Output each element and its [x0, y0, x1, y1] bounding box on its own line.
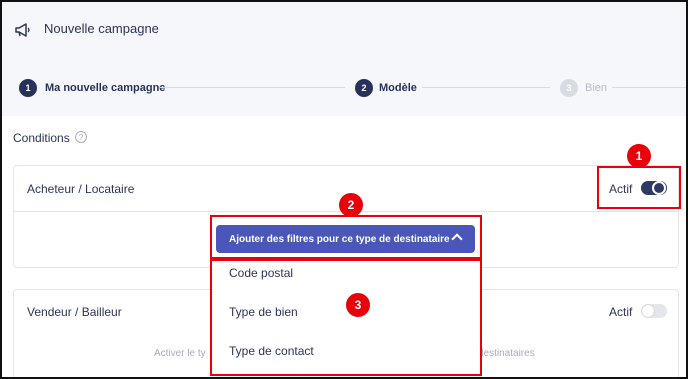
help-icon[interactable]: ? — [75, 131, 87, 143]
step-1-number[interactable]: 1 — [19, 79, 37, 97]
card-title: Vendeur / Bailleur — [27, 305, 122, 319]
step-2-number[interactable]: 2 — [355, 79, 373, 97]
dropdown-item-property-type[interactable]: Type de bien — [229, 305, 298, 319]
annotation-badge-2: 2 — [339, 193, 363, 217]
annotation-badge-3: 3 — [346, 293, 370, 317]
chevron-up-icon — [451, 233, 463, 245]
step-2-label[interactable]: Modèle — [379, 82, 417, 94]
actif-label: Actif — [609, 182, 633, 196]
conditions-title: Conditions — [13, 131, 70, 145]
annotation-badge-1: 1 — [627, 144, 651, 168]
filter-dropdown: Code postal Type de bien Type de contact — [211, 259, 480, 374]
help-glyph: ? — [78, 132, 84, 142]
page-title: Nouvelle campagne — [44, 21, 159, 36]
stepper-connector — [612, 87, 686, 88]
actif-label: Actif — [609, 305, 633, 319]
step-1-label[interactable]: Ma nouvelle campagne — [45, 82, 165, 94]
megaphone-icon — [15, 23, 30, 37]
active-toggle-buyer[interactable] — [641, 181, 667, 195]
stepper-connector — [160, 87, 345, 88]
dropdown-item-postal-code[interactable]: Code postal — [229, 266, 293, 280]
dropdown-item-contact-type[interactable]: Type de contact — [229, 344, 314, 358]
toggle-knob — [642, 305, 654, 317]
card-title: Acheteur / Locataire — [27, 182, 135, 196]
campaign-header: Nouvelle campagne — [2, 2, 686, 116]
seller-hint-text: Activer le ty — [154, 348, 206, 359]
toggle-knob — [652, 181, 666, 195]
add-filters-button[interactable]: Ajouter des filtres pour ce type de dest… — [216, 225, 475, 253]
seller-hint-text-end: destinataires — [478, 348, 535, 359]
step-3-label: Bien — [585, 82, 608, 94]
step-3-number: 3 — [560, 79, 578, 97]
active-toggle-seller[interactable] — [641, 304, 667, 318]
stepper-connector — [422, 87, 550, 88]
add-filters-label: Ajouter des filtres pour ce type de dest… — [229, 233, 450, 245]
